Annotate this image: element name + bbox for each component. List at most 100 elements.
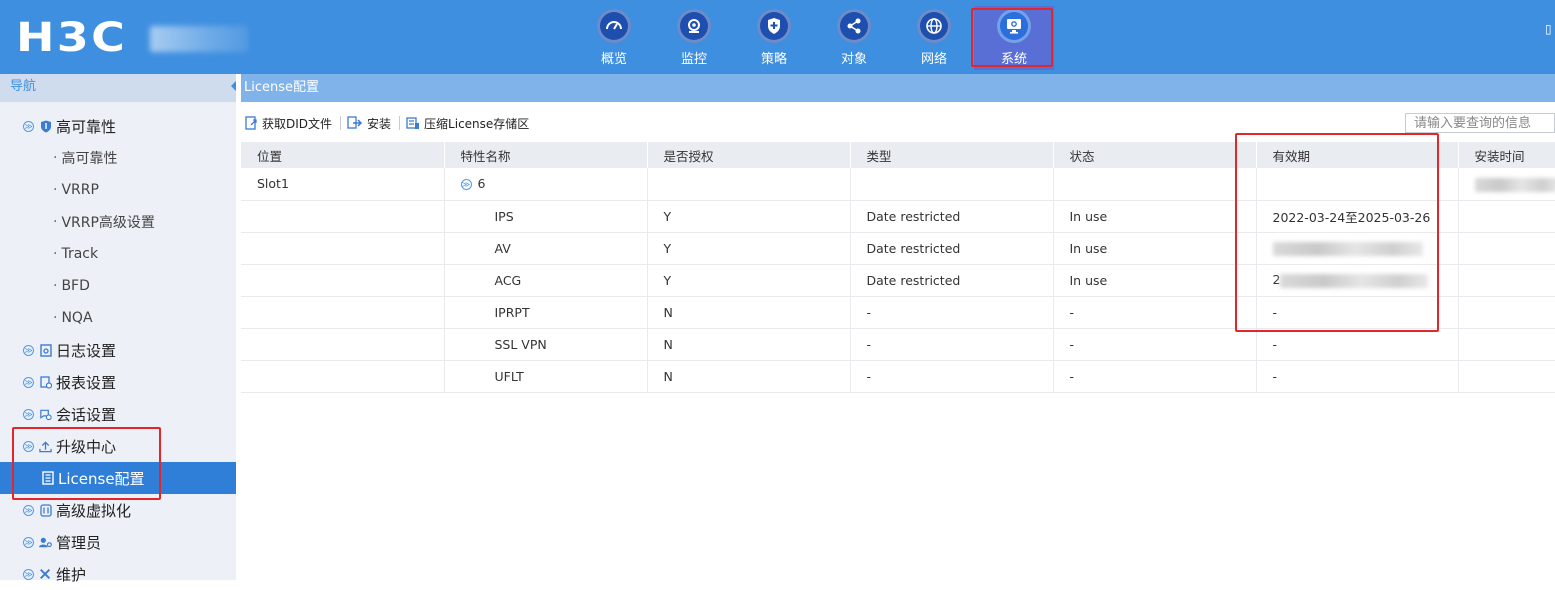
expand-icon[interactable]: ≫ — [23, 408, 34, 420]
cell — [1457, 328, 1555, 361]
nav-label: 系统 — [1000, 52, 1027, 67]
get-did-file-label: 获取DID文件 — [262, 116, 333, 131]
expand-icon[interactable]: ≫ — [23, 568, 34, 580]
compress-icon — [406, 117, 420, 129]
nav-label: 概览 — [600, 52, 627, 67]
collapse-sidebar-icon[interactable] — [231, 81, 236, 91]
sidebar-item-label: 管理员 — [56, 533, 102, 552]
virtualization-icon — [39, 503, 52, 517]
sidebar-item-session-settings[interactable]: ≫ 会话设置 — [0, 398, 236, 430]
sidebar-item-label: NQA — [61, 310, 93, 326]
toolbar: 获取DID文件 安装 压缩License存储区 — [241, 110, 1555, 136]
sidebar-item-report-settings[interactable]: ≫ 报表设置 — [0, 366, 236, 398]
sidebar-item-license-config[interactable]: License配置 — [0, 462, 236, 494]
bullet: · — [53, 278, 58, 294]
cell-feature: ACG — [443, 264, 647, 297]
dashboard-icon — [597, 9, 631, 43]
cell-type: - — [849, 328, 1053, 361]
bullet: · — [53, 182, 58, 198]
system-icon — [997, 9, 1031, 43]
sidebar-item-label: 高可靠性 — [56, 117, 117, 136]
nav-system[interactable]: 系统 — [974, 6, 1054, 70]
cell — [241, 360, 444, 393]
get-did-file-button[interactable]: 获取DID文件 — [241, 115, 338, 132]
cell — [241, 328, 444, 361]
expand-icon[interactable]: ≫ — [23, 120, 34, 132]
column-header[interactable]: 类型 — [849, 142, 1053, 168]
column-header[interactable]: 位置 — [241, 142, 444, 168]
expand-icon[interactable]: ≫ — [23, 344, 34, 356]
sidebar-item-vrrp-advanced[interactable]: · VRRP高级设置 — [0, 206, 236, 238]
table-row[interactable]: ACG Y Date restricted In use 2 — [241, 264, 1555, 297]
nav-object[interactable]: 对象 — [814, 6, 894, 70]
cell-status: In use — [1052, 232, 1256, 265]
table-row[interactable]: AV Y Date restricted In use — [241, 232, 1555, 265]
sidebar-item-nqa[interactable]: · NQA — [0, 302, 236, 334]
bullet: · — [53, 214, 58, 230]
sidebar-item-bfd[interactable]: · BFD — [0, 270, 236, 302]
expand-icon[interactable]: ≫ — [23, 440, 34, 452]
cell-feature: IPS — [443, 200, 647, 233]
nav-network[interactable]: 网络 — [894, 6, 974, 70]
report-icon — [39, 375, 52, 389]
globe-icon — [917, 9, 951, 43]
top-bar: H3C 概览 监控 策略 对象 网络 系统 ▯ — [0, 0, 1555, 74]
admin-icon — [39, 535, 52, 549]
cell-authorized: N — [646, 296, 850, 329]
sidebar-item-log-settings[interactable]: ≫ 日志设置 — [0, 334, 236, 366]
cell — [241, 200, 444, 233]
table-header-row: 位置 特性名称 是否授权 类型 状态 有效期 安装时间 — [241, 142, 1555, 168]
cell — [646, 168, 850, 201]
install-button[interactable]: 安装 — [343, 115, 397, 132]
search-input[interactable] — [1405, 113, 1555, 133]
column-header[interactable]: 是否授权 — [646, 142, 850, 168]
expand-icon[interactable]: ≫ — [23, 536, 34, 548]
column-header[interactable]: 特性名称 — [443, 142, 647, 168]
nav-policy[interactable]: 策略 — [734, 6, 814, 70]
table-row[interactable]: UFLT N - - - — [241, 360, 1555, 393]
sidebar-item-ha[interactable]: · 高可靠性 — [0, 142, 236, 174]
table-row[interactable]: IPS Y Date restricted In use 2022-03-24至… — [241, 200, 1555, 233]
cell-type: Date restricted — [849, 232, 1053, 265]
save-icon[interactable]: ▯ — [1545, 22, 1555, 36]
cell — [1457, 264, 1555, 297]
cell — [1457, 296, 1555, 329]
table-row[interactable]: SSL VPN N - - - — [241, 328, 1555, 361]
sidebar-item-high-availability[interactable]: ≫ 高可靠性 — [0, 110, 236, 142]
table-row-slot[interactable]: Slot1 ≫ 6 — [241, 168, 1555, 201]
nav-monitor[interactable]: 监控 — [654, 6, 734, 70]
cell-authorized: N — [646, 328, 850, 361]
expand-icon[interactable]: ≫ — [23, 376, 34, 388]
nav-overview[interactable]: 概览 — [574, 6, 654, 70]
cell-status: - — [1052, 360, 1256, 393]
cell-feature: SSL VPN — [443, 328, 647, 361]
expand-icon[interactable]: ≫ — [23, 504, 34, 516]
sidebar-item-advanced-virtualization[interactable]: ≫ 高级虚拟化 — [0, 494, 236, 526]
cell — [241, 264, 444, 297]
column-header[interactable]: 有效期 — [1255, 142, 1458, 168]
sidebar-item-administrator[interactable]: ≫ 管理员 — [0, 526, 236, 558]
compress-license-storage-button[interactable]: 压缩License存储区 — [402, 115, 535, 132]
session-icon — [39, 407, 52, 421]
cell-status: - — [1052, 328, 1256, 361]
main-panel: License配置 获取DID文件 安装 压缩License存储区 位置 特性名… — [241, 74, 1555, 580]
sidebar-item-label: License配置 — [58, 469, 145, 488]
cell — [1052, 168, 1256, 201]
sidebar-item-label: Track — [61, 246, 99, 262]
sidebar-item-vrrp[interactable]: · VRRP — [0, 174, 236, 206]
cell-location: Slot1 — [241, 168, 444, 201]
h3c-logo: H3C — [16, 15, 128, 61]
sidebar-item-upgrade-center[interactable]: ≫ 升级中心 — [0, 430, 236, 462]
upload-icon — [39, 439, 52, 453]
sidebar-title: 导航 — [0, 74, 236, 102]
file-export-icon — [245, 116, 257, 130]
cell-redacted — [1457, 168, 1555, 201]
table-row[interactable]: IPRPT N - - - — [241, 296, 1555, 329]
sidebar-item-maintenance[interactable]: ≫ 维护 — [0, 558, 236, 590]
sidebar-item-track[interactable]: · Track — [0, 238, 236, 270]
install-label: 安装 — [367, 116, 392, 131]
column-header[interactable]: 状态 — [1052, 142, 1256, 168]
expand-icon[interactable]: ≫ — [460, 179, 472, 191]
column-header[interactable]: 安装时间 — [1457, 142, 1555, 168]
cell-status: - — [1052, 296, 1256, 329]
